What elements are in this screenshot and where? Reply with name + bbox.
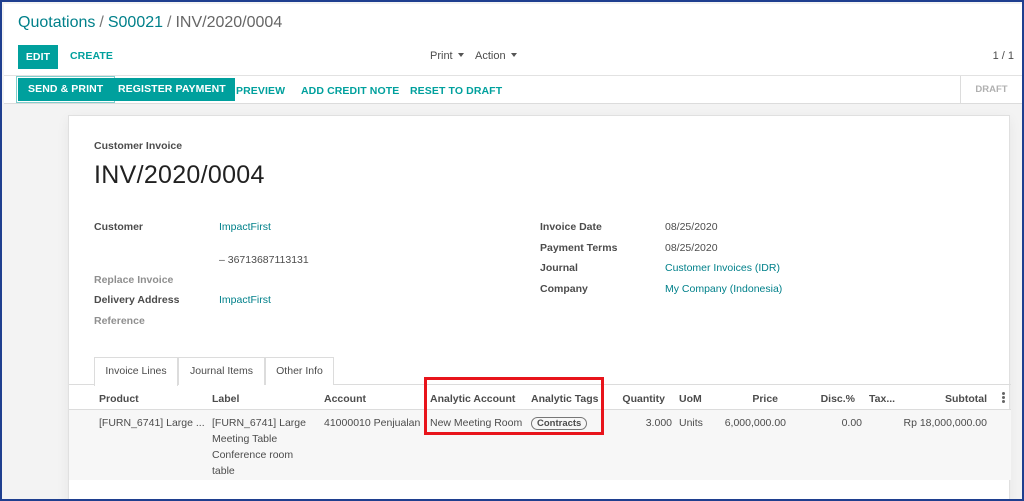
column-price[interactable]: Price [709,393,778,405]
breadcrumb-current: INV/2020/0004 [175,14,283,31]
send-print-button[interactable]: SEND & PRINT [15,76,116,103]
tab-other-info[interactable]: Other Info [265,357,334,385]
annotation-highlight-box [424,377,604,435]
column-account[interactable]: Account [324,393,366,405]
column-discount[interactable]: Disc.% [809,393,855,405]
document-type: Customer Invoice [94,140,183,152]
column-product[interactable]: Product [99,393,139,405]
add-credit-note-button[interactable]: ADD CREDIT NOTE [301,85,399,97]
customer-vat: – 36713687113131 [219,254,309,266]
reference-label: Reference [94,315,145,327]
statusbar: SEND & PRINT REGISTER PAYMENT PREVIEW AD… [4,76,1022,104]
payment-terms-label: Payment Terms [540,242,618,254]
column-subtotal[interactable]: Subtotal [909,393,987,405]
delivery-address-link[interactable]: ImpactFirst [219,294,271,306]
company-label: Company [540,283,588,295]
line-account: 41000010 Penjualan [324,417,421,429]
action-label: Action [475,50,506,62]
line-price: 6,000,000.00 [724,417,786,429]
column-uom[interactable]: UoM [679,393,702,405]
company-link[interactable]: My Company (Indonesia) [665,283,782,295]
tab-invoice-lines[interactable]: Invoice Lines [94,357,178,386]
customer-label: Customer [94,221,144,233]
caret-down-icon [457,53,464,57]
line-subtotal: Rp 18,000,000.00 [903,417,988,429]
action-dropdown[interactable]: Action [475,50,517,62]
status-draft: DRAFT [960,76,1022,103]
print-label: Print [430,50,453,62]
column-label[interactable]: Label [212,393,239,405]
print-dropdown[interactable]: Print [430,50,464,62]
delivery-address-label: Delivery Address [94,294,180,306]
caret-down-icon [510,53,517,57]
line-quantity: 3.000 [645,417,672,429]
breadcrumb: Quotations / S00021/INV/2020/0004 [18,14,282,32]
breadcrumb-quotations[interactable]: Quotations [18,14,95,31]
line-label: [FURN_6741] Large Meeting Table Conferen… [212,417,306,477]
journal-label: Journal [540,262,578,274]
invoice-number: INV/2020/0004 [94,161,265,189]
tab-journal-items[interactable]: Journal Items [178,357,265,385]
breadcrumb-separator: / [167,14,172,31]
breadcrumb-separator: / [99,14,104,31]
line-product: [FURN_6741] Large ... [99,417,205,429]
line-discount: 0.00 [841,417,862,429]
breadcrumb-order[interactable]: S00021 [108,14,163,31]
form-sheet: Customer Invoice INV/2020/0004 Customer … [68,115,1011,499]
reset-to-draft-button[interactable]: RESET TO DRAFT [410,85,502,97]
edit-button[interactable]: EDIT [18,45,58,69]
column-taxes[interactable]: Tax... [869,393,895,405]
create-button[interactable]: CREATE [70,50,113,62]
preview-button[interactable]: PREVIEW [236,85,285,97]
payment-terms: 08/25/2020 [665,242,718,254]
customer-link[interactable]: ImpactFirst [219,221,271,233]
window-frame: Quotations / S00021/INV/2020/0004 EDIT CRE… [0,0,1024,501]
invoice-date: 08/25/2020 [665,221,718,233]
pager[interactable]: 1 / 1 [993,50,1014,62]
control-panel: Quotations / S00021/INV/2020/0004 EDIT CRE… [4,4,1022,76]
invoice-date-label: Invoice Date [540,221,602,233]
journal-link[interactable]: Customer Invoices (IDR) [665,262,780,274]
line-uom: Units [679,417,703,429]
register-payment-button[interactable]: REGISTER PAYMENT [109,78,235,101]
replace-invoice-label: Replace Invoice [94,274,174,286]
column-quantity[interactable]: Quantity [622,393,665,405]
column-options-icon[interactable] [1002,392,1005,403]
